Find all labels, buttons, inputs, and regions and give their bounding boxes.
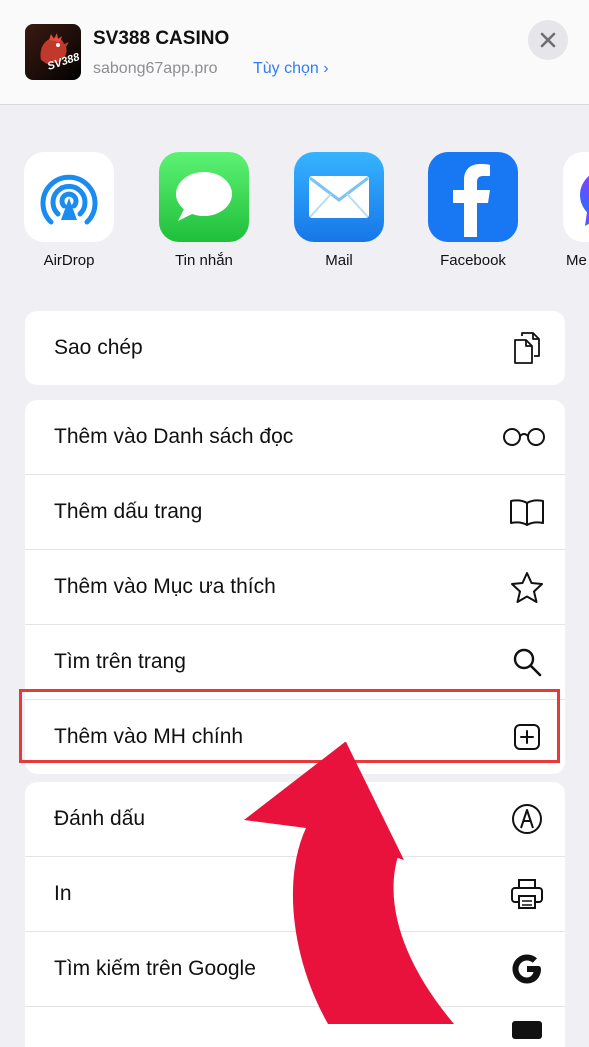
share-label-messages: Tin nhắn: [175, 252, 233, 269]
action-label: Tìm kiếm trên Google: [54, 957, 256, 980]
copy-icon: [509, 330, 545, 366]
action-find-on-page[interactable]: Tìm trên trang: [25, 625, 565, 700]
search-icon: [509, 644, 545, 680]
share-label-messenger: Me: [566, 252, 587, 269]
share-mail[interactable]: Mail: [289, 152, 389, 269]
share-label-airdrop: AirDrop: [43, 252, 95, 269]
action-favorites[interactable]: Thêm vào Mục ưa thích: [25, 550, 565, 625]
markup-icon: [509, 801, 545, 837]
action-label: Thêm dấu trang: [54, 500, 203, 523]
share-sheet-header: SV388 SV388 CASINO sabong67app.pro Tùy c…: [0, 0, 589, 105]
share-apps-row: AirDrop Tin nhắn Mail Facebook Me: [0, 152, 589, 272]
share-messages[interactable]: Tin nhắn: [154, 152, 254, 269]
page-title: SV388 CASINO: [93, 28, 230, 49]
share-airdrop[interactable]: AirDrop: [19, 152, 119, 269]
action-label: Đánh dấu: [54, 807, 146, 830]
site-logo: SV388: [25, 24, 81, 80]
more-actions-group: Đánh dấu In Tìm kiếm trên Google: [25, 782, 565, 1047]
action-add-to-home-screen[interactable]: Thêm vào MH chính: [25, 700, 565, 774]
options-link[interactable]: Tùy chọn ›: [253, 60, 329, 78]
action-label: Thêm vào MH chính: [54, 725, 244, 748]
glasses-icon: [501, 419, 547, 455]
add-actions-group: Thêm vào Danh sách đọc Thêm dấu trang Th…: [25, 400, 565, 774]
share-label-mail: Mail: [325, 252, 353, 269]
action-label: Thêm vào Danh sách đọc: [54, 425, 294, 448]
action-label: Sao chép: [54, 336, 143, 359]
airdrop-icon: [24, 152, 114, 242]
messages-icon: [159, 152, 249, 242]
action-label: Thêm vào Mục ưa thích: [54, 575, 276, 598]
share-label-facebook: Facebook: [440, 252, 506, 269]
printer-icon: [509, 876, 545, 912]
google-icon: [509, 951, 545, 987]
action-bookmark[interactable]: Thêm dấu trang: [25, 475, 565, 550]
close-button[interactable]: [528, 20, 568, 60]
star-icon: [509, 569, 545, 605]
action-markup[interactable]: Đánh dấu: [25, 782, 565, 857]
partial-icon: [509, 1019, 545, 1039]
share-messenger[interactable]: Me: [553, 152, 589, 269]
site-url: sabong67app.pro: [93, 60, 218, 77]
share-facebook[interactable]: Facebook: [423, 152, 523, 269]
action-print[interactable]: In: [25, 857, 565, 932]
mail-icon: [294, 152, 384, 242]
book-icon: [509, 494, 545, 530]
action-reading-list[interactable]: Thêm vào Danh sách đọc: [25, 400, 565, 475]
copy-group: Sao chép: [25, 311, 565, 385]
action-label: Tìm trên trang: [54, 650, 186, 673]
close-icon: [540, 32, 556, 48]
messenger-icon: [563, 152, 589, 242]
action-copy[interactable]: Sao chép: [25, 311, 565, 385]
plus-square-icon: [509, 719, 545, 755]
action-partial[interactable]: [25, 1007, 565, 1047]
action-google-search[interactable]: Tìm kiếm trên Google: [25, 932, 565, 1007]
facebook-icon: [428, 152, 518, 242]
action-label: In: [54, 882, 72, 905]
